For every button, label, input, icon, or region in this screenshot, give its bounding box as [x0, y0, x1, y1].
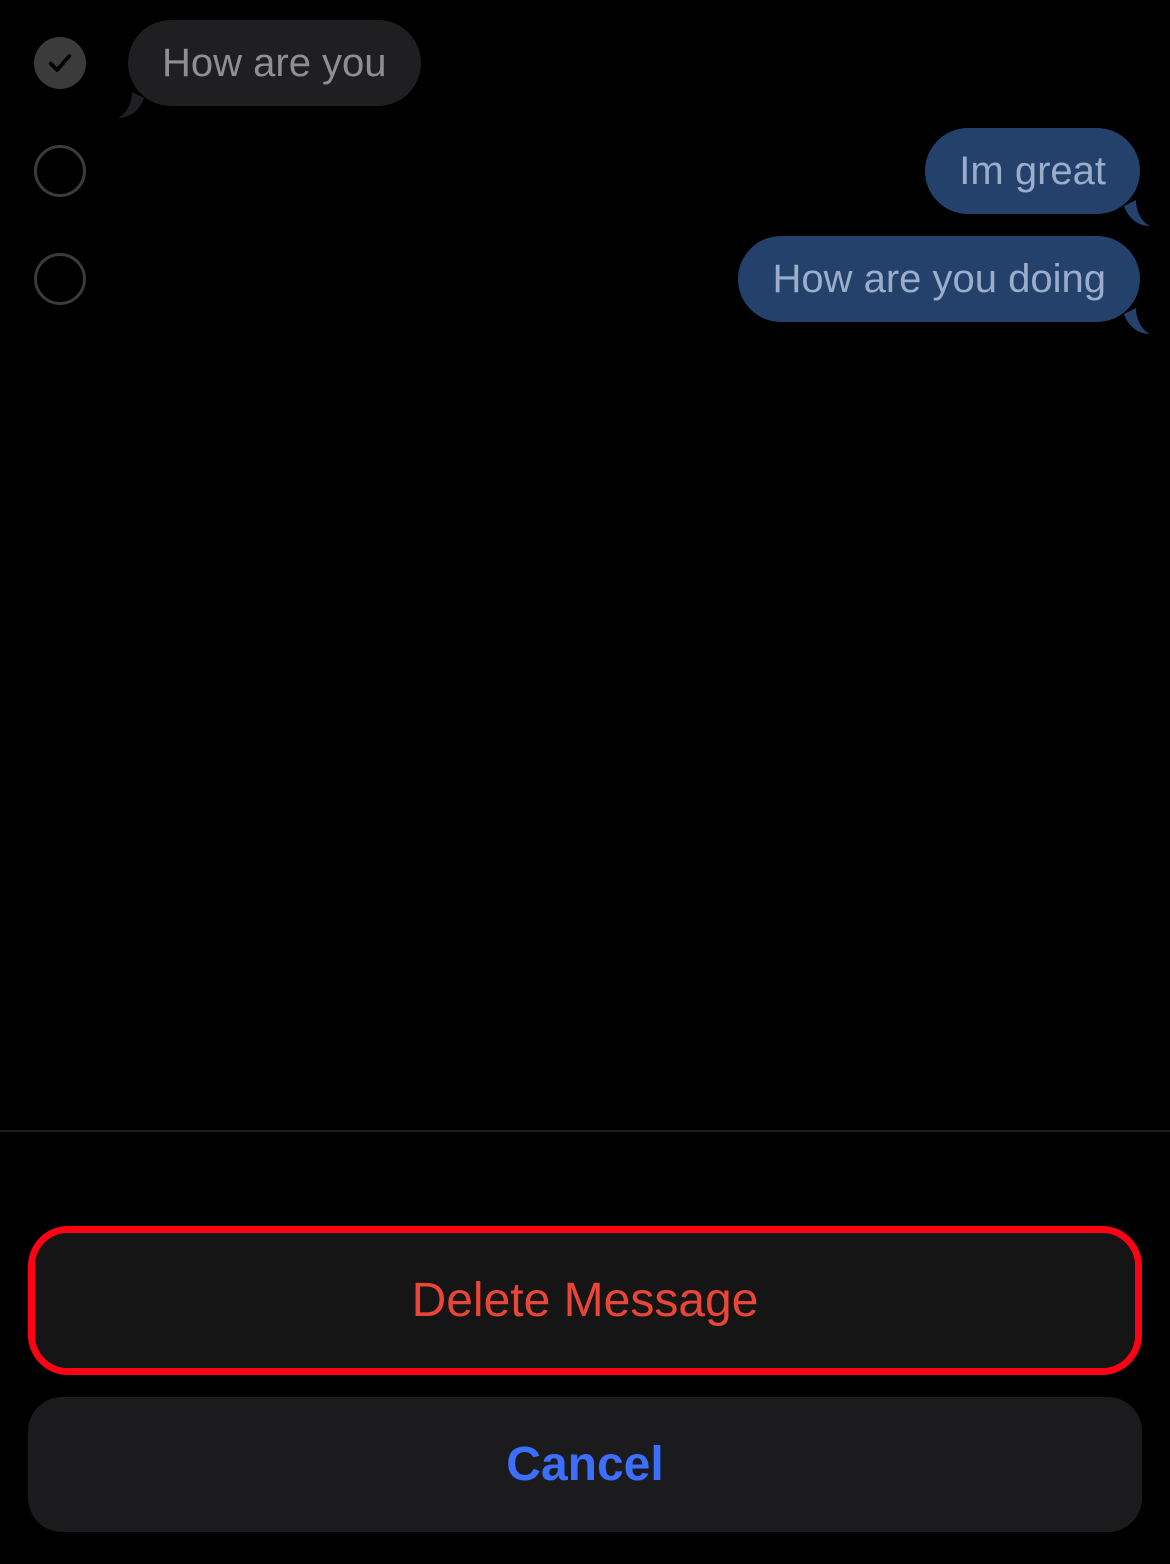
checkmark-icon	[46, 49, 74, 77]
button-label: Cancel	[506, 1438, 663, 1491]
message-text: How are you doing	[772, 257, 1106, 301]
incoming-message-bubble[interactable]: How are you	[128, 20, 421, 106]
delete-message-button[interactable]: Delete Message	[35, 1233, 1135, 1368]
message-text: Im great	[959, 149, 1106, 193]
outgoing-message-bubble[interactable]: Im great	[925, 128, 1140, 214]
select-checkbox[interactable]	[34, 253, 86, 305]
highlight-box: Delete Message	[28, 1226, 1142, 1375]
select-checkbox[interactable]	[34, 145, 86, 197]
action-sheet: Delete Message Cancel	[0, 1226, 1170, 1564]
button-label: Delete Message	[412, 1274, 759, 1327]
message-row: Im great	[0, 128, 1170, 214]
message-row: How are you doing	[0, 236, 1170, 322]
divider	[0, 1130, 1170, 1132]
select-checkbox[interactable]	[34, 37, 86, 89]
message-text: How are you	[162, 41, 387, 85]
bubble-tail-icon	[1124, 298, 1150, 324]
bubble-tail-icon	[1124, 190, 1150, 216]
outgoing-message-bubble[interactable]: How are you doing	[738, 236, 1140, 322]
bubble-tail-icon	[118, 82, 144, 108]
message-thread: How are you Im great How are you doing	[0, 0, 1170, 322]
message-row: How are you	[0, 20, 1170, 106]
cancel-button[interactable]: Cancel	[28, 1397, 1142, 1532]
